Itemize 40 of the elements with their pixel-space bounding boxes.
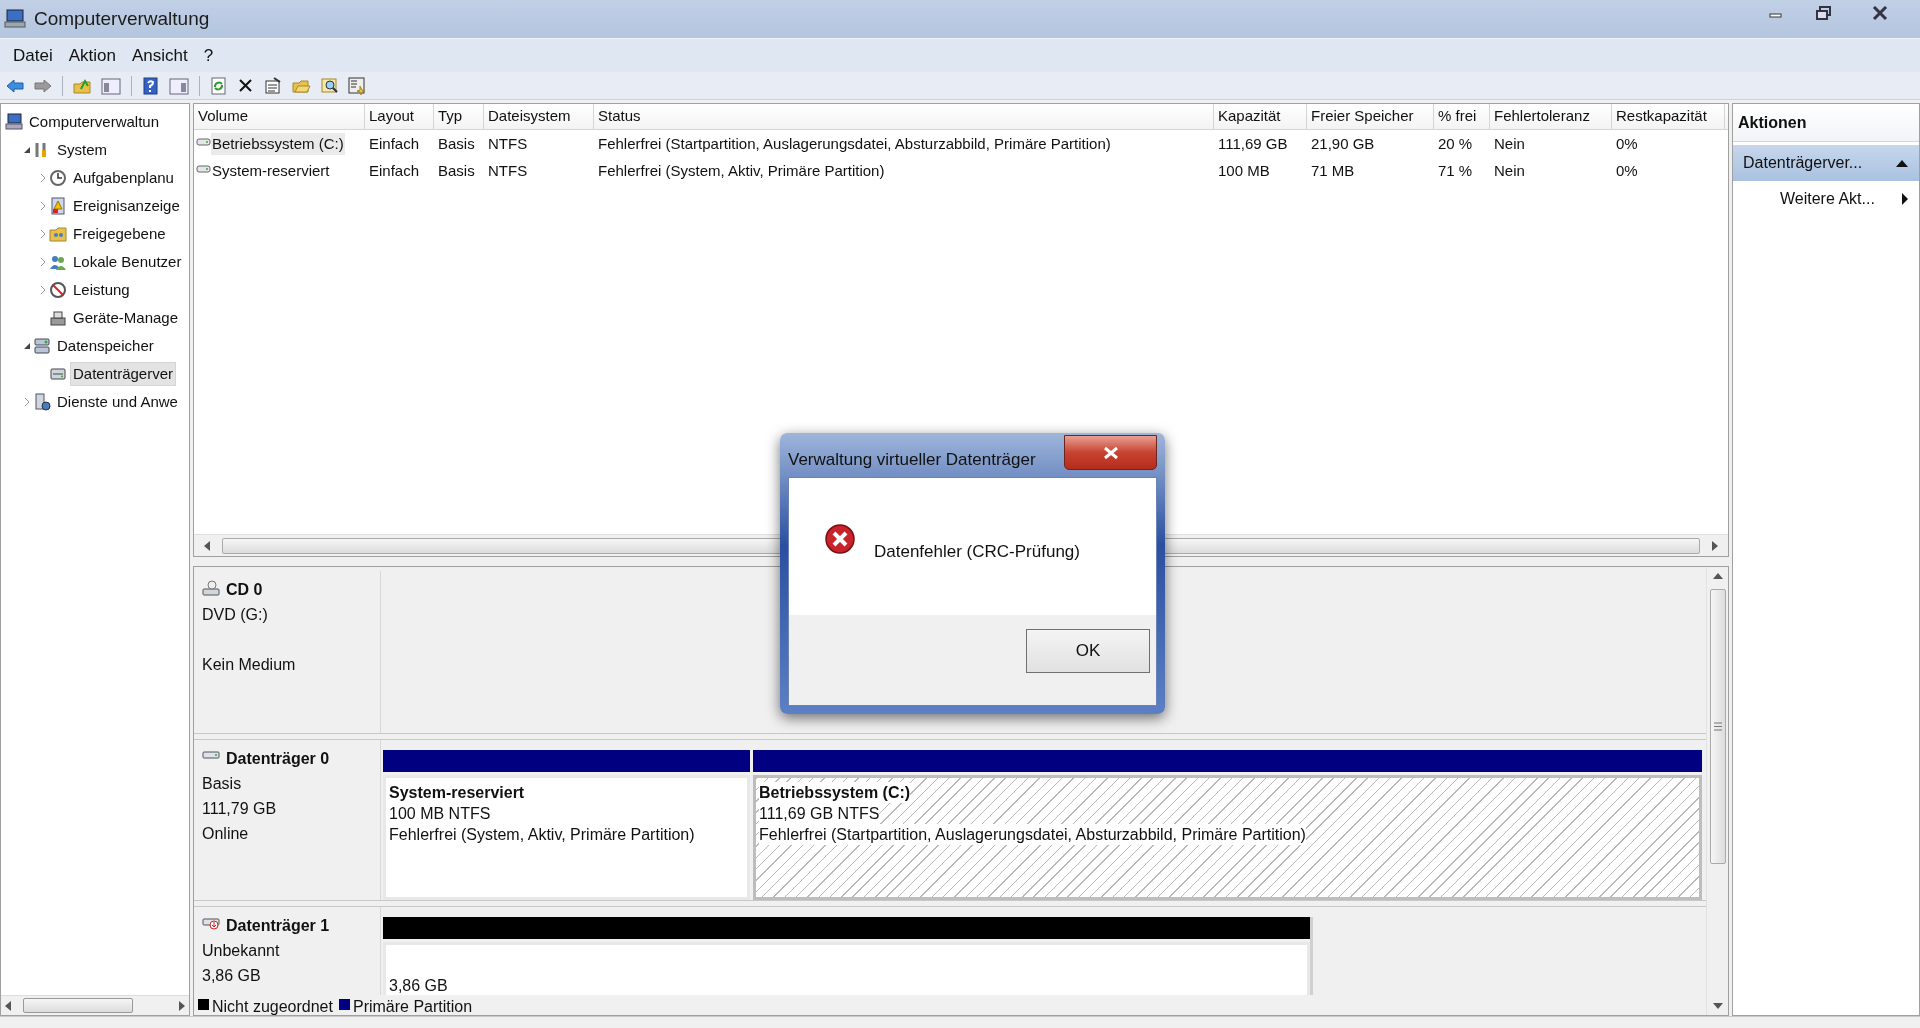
- table-cell-text: Einfach: [369, 133, 420, 154]
- partition-size: 3,86 GB: [389, 976, 448, 995]
- table-cell-text: NTFS: [488, 133, 528, 154]
- table-cell-text: 20 %: [1438, 133, 1473, 154]
- partition-status: Fehlerfrei (Startpartition, Auslagerungsdatei, Absturzabbild, Primäre Partition): [759, 824, 1306, 845]
- table-cell-text: Fehlerfrei (System, Aktiv, Primäre Partition): [598, 160, 885, 181]
- table-cell-text: Nein: [1494, 160, 1525, 181]
- legend-label: Primäre Partition: [352, 999, 473, 1015]
- disk-info: Kein Medium: [202, 655, 297, 675]
- table-cell-text: 0%: [1616, 133, 1638, 154]
- partition-status: Fehlerfrei (System, Aktiv, Primäre Partition): [389, 825, 695, 845]
- table-cell-text: NTFS: [488, 160, 528, 181]
- table-cell-text: Basis: [438, 160, 475, 181]
- table-cell-text: 71 %: [1438, 160, 1473, 181]
- disk-info: 111,79 GB: [202, 799, 278, 819]
- disk-info: DVD (G:): [202, 605, 269, 625]
- table-cell-text: Basis: [438, 133, 475, 154]
- partition-size: 100 MB NTFS: [389, 804, 491, 824]
- dialog-title: Verwaltung virtueller Datenträger: [788, 449, 1036, 471]
- table-cell-text: Nein: [1494, 133, 1525, 154]
- disk-info: Unbekannt: [202, 941, 281, 961]
- partition-name: System-reserviert: [389, 783, 525, 803]
- table-cell-text: 21,90 GB: [1311, 133, 1375, 154]
- table-cell-text: 71 MB: [1311, 160, 1355, 181]
- disk-name: CD 0: [226, 580, 263, 600]
- error-message: Datenfehler (CRC-Prüfung): [874, 541, 1080, 563]
- disk-info: Basis: [202, 774, 243, 794]
- disk-name: Datenträger 0: [226, 749, 330, 769]
- legend-label: Nicht zugeordnet: [212, 999, 333, 1015]
- partition-size: 111,69 GB NTFS: [759, 803, 880, 824]
- disk-name: Datenträger 1: [226, 916, 330, 936]
- table-cell-text: Fehlerfrei (Startpartition, Auslagerungsdatei, Absturzabbild, Primäre Partition): [598, 133, 1111, 154]
- disk-info: Online: [202, 824, 250, 844]
- disk-info: 3,86 GB: [202, 966, 262, 986]
- table-cell-text: Einfach: [369, 160, 420, 181]
- table-cell-text: 111,69 GB: [1218, 133, 1288, 154]
- window-title: Computerverwaltung: [34, 6, 210, 31]
- table-cell-text: 100 MB: [1218, 160, 1270, 181]
- partition-name: Betriebssystem (C:): [759, 782, 911, 803]
- table-cell-text: 0%: [1616, 160, 1638, 181]
